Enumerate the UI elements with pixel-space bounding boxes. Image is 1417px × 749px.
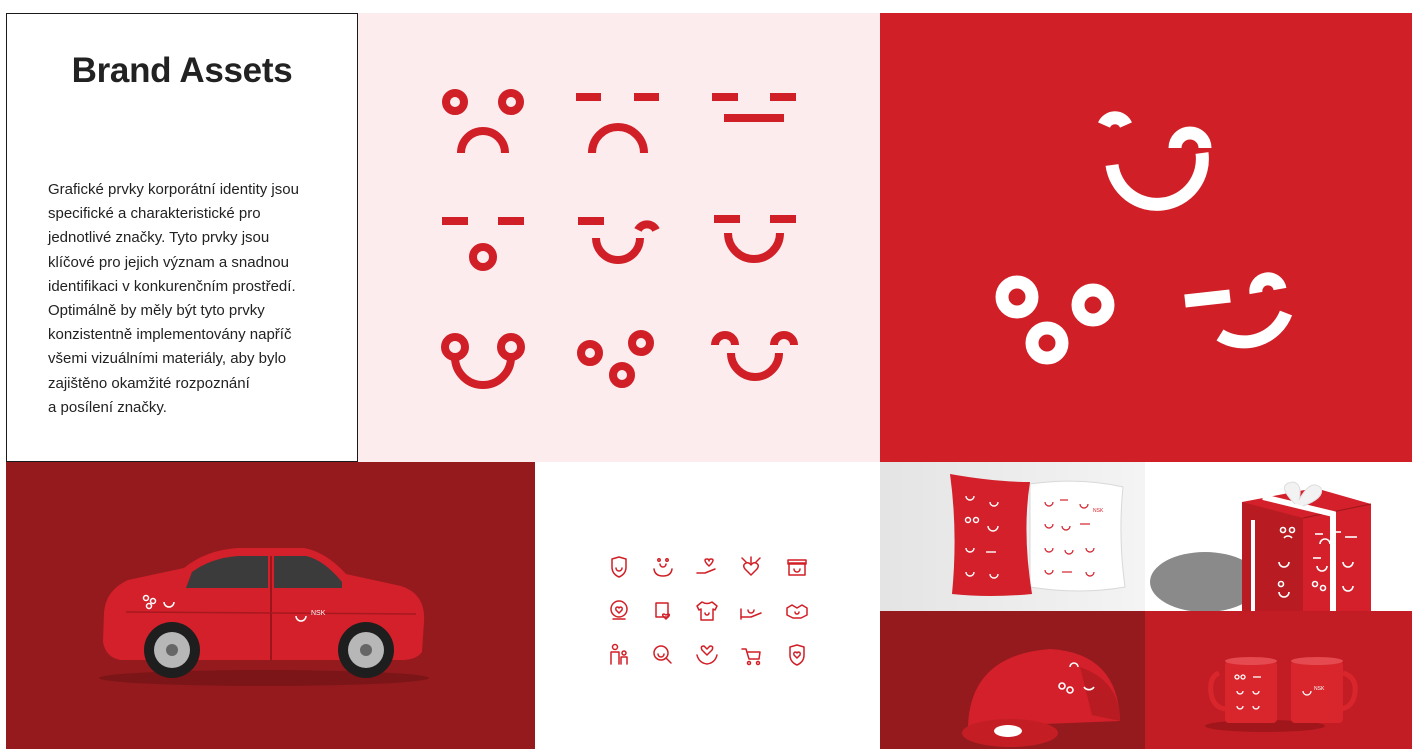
face-sad-dashes xyxy=(576,93,659,154)
face-sad-circles xyxy=(442,89,524,154)
face-smile-dashes xyxy=(714,215,796,263)
face-surprised xyxy=(442,217,524,271)
pillow-wordmark: NSK xyxy=(1093,508,1104,514)
pillow-mockup-panel: NSK xyxy=(880,462,1145,611)
box-heart-icon xyxy=(655,602,671,620)
stroller-icon xyxy=(741,648,761,666)
mugs-mockup-panel: NSK xyxy=(1145,611,1412,749)
car-mockup-panel: NSK xyxy=(6,462,535,749)
face-smile-loops xyxy=(441,333,525,389)
face-circles-cluster xyxy=(577,330,654,388)
cap-illustration xyxy=(962,649,1120,747)
description-text: Grafické prvky korporátní identity jsou … xyxy=(48,181,299,416)
mug-wordmark: NSK xyxy=(1314,686,1325,692)
heart-network-icon xyxy=(741,556,761,576)
hand-heart-icon xyxy=(696,558,716,574)
hands-heart-icon xyxy=(696,645,718,665)
title-panel: Brand Assets xyxy=(6,13,358,129)
gift-box-mockup-panel xyxy=(1145,462,1412,611)
mugs-illustration xyxy=(1205,657,1358,732)
face-flat-lines xyxy=(712,93,796,122)
pillow-illustration xyxy=(950,474,1126,596)
face-wink xyxy=(578,217,660,264)
gift-smile-icon xyxy=(787,559,807,576)
cap-mockup-panel xyxy=(880,611,1145,749)
shield-smile-icon xyxy=(611,556,627,578)
hero-face-circles xyxy=(995,275,1115,365)
hands-smile-icon xyxy=(653,558,673,577)
shirt-smile-icon xyxy=(696,601,718,621)
search-smile-icon xyxy=(653,645,672,664)
face-smile-arcs xyxy=(711,331,798,381)
hand-smile-icon xyxy=(740,608,762,620)
faces-panel xyxy=(358,13,880,462)
car-illustration xyxy=(99,548,429,686)
handshake-icon xyxy=(786,604,808,619)
shield-heart-icon xyxy=(789,644,805,666)
car-decal-wordmark: NSK xyxy=(311,610,326,617)
icons-panel xyxy=(535,462,880,749)
family-icon xyxy=(610,643,628,665)
page-title: Brand Assets xyxy=(71,51,293,90)
hero-faces-panel xyxy=(880,13,1412,462)
badge-heart-icon xyxy=(610,600,628,620)
hero-face-smile xyxy=(1098,111,1212,211)
hero-face-wink xyxy=(1184,272,1293,349)
gift-box-illustration xyxy=(1150,481,1372,611)
description-panel: Grafické prvky korporátní identity jsou … xyxy=(6,128,358,462)
